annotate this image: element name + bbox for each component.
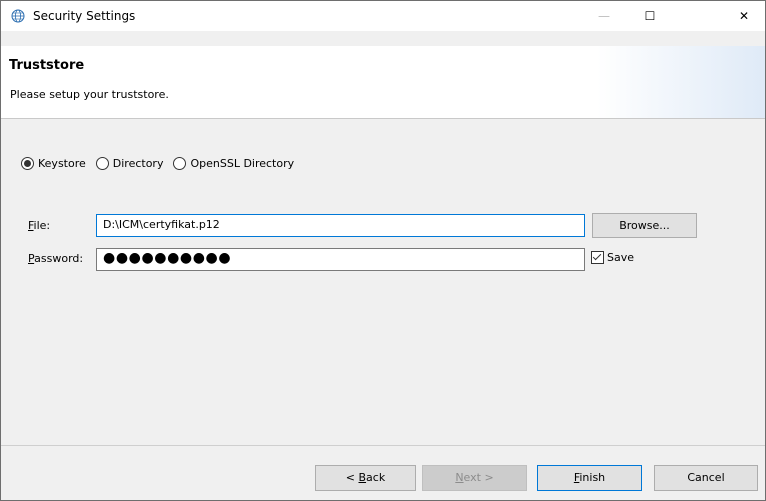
security-settings-window: Security Settings — ☐ ✕ Truststore Pleas… [0, 0, 766, 501]
radio-openssl-directory[interactable]: OpenSSL Directory [173, 157, 294, 170]
radio-keystore[interactable]: Keystore [21, 157, 86, 170]
radio-directory-indicator[interactable] [95, 157, 109, 170]
file-path-input[interactable]: D:\ICM\certyfikat.p12 [96, 214, 585, 237]
radio-openssl-directory-indicator[interactable] [173, 157, 187, 170]
close-button[interactable]: ✕ [721, 1, 766, 31]
window-title: Security Settings [33, 9, 136, 23]
next-button[interactable]: Next > [422, 465, 527, 491]
page-title: Truststore [9, 58, 85, 73]
page-description: Please setup your truststore. [10, 88, 169, 101]
save-password-checkbox[interactable]: Save [591, 251, 634, 264]
source-type-radio-group: Keystore Directory OpenSSL Directory [21, 157, 304, 170]
footer-divider [1, 445, 765, 446]
minimize-button[interactable]: — [581, 1, 627, 31]
title-bar[interactable]: Security Settings — ☐ ✕ [1, 1, 765, 31]
radio-directory-label: Directory [112, 157, 164, 170]
minimize-icon: — [598, 9, 610, 23]
password-input[interactable]: ●●●●●●●●●● [96, 248, 585, 271]
wizard-header-banner: Truststore Please setup your truststore. [1, 46, 765, 119]
finish-button[interactable]: Finish [537, 465, 642, 491]
radio-keystore-indicator[interactable] [21, 157, 34, 170]
back-button[interactable]: < Back [315, 465, 416, 491]
browse-button[interactable]: Browse... [592, 213, 697, 238]
password-mask: ●●●●●●●●●● [103, 250, 232, 266]
radio-keystore-label: Keystore [38, 157, 86, 170]
save-checkbox-label: Save [607, 251, 635, 264]
close-icon: ✕ [738, 9, 750, 23]
file-path-value: D:\ICM\certyfikat.p12 [103, 218, 220, 231]
maximize-button[interactable]: ☐ [627, 1, 673, 31]
cancel-button[interactable]: Cancel [654, 465, 758, 491]
radio-openssl-directory-label: OpenSSL Directory [190, 157, 295, 170]
maximize-icon: ☐ [644, 9, 656, 23]
radio-directory[interactable]: Directory [95, 157, 164, 170]
app-globe-icon [11, 9, 25, 23]
save-checkbox-indicator[interactable] [591, 251, 604, 264]
password-label: Password: [28, 252, 84, 265]
file-label: File: [28, 219, 51, 232]
